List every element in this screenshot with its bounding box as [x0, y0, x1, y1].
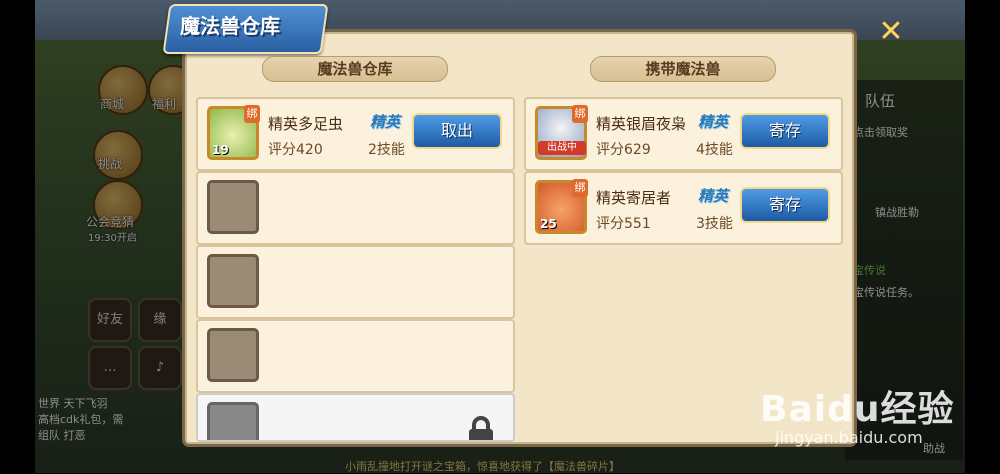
pet-score: 评分551 [596, 216, 651, 232]
locked-slot-frame [207, 402, 259, 440]
empty-slot-frame [207, 180, 259, 234]
deposit-button[interactable]: 寄存 [740, 187, 830, 223]
pet-skills: 3技能 [696, 216, 733, 232]
watermark: Baidu经验 [760, 389, 955, 430]
pet-avatar-multipede: 19 绑 [207, 105, 260, 160]
empty-slot-frame [207, 254, 259, 308]
pet-rank: 精英 [698, 187, 729, 205]
pet-level: 19 [212, 143, 229, 157]
pet-name: 精英银眉夜枭 [596, 115, 687, 133]
lock-icon [469, 416, 493, 440]
pet-score: 评分629 [596, 142, 651, 158]
carried-pet-card[interactable]: 出战中 绑 精英银眉夜枭 评分629 精英 4技能 寄存 [524, 97, 843, 171]
bind-tag: 绑 [572, 179, 588, 197]
pet-avatar-hermit: 25 绑 [535, 179, 588, 234]
pet-avatar-owl: 出战中 绑 [535, 105, 588, 160]
close-icon[interactable]: ✕ [876, 17, 906, 47]
take-out-button[interactable]: 取出 [412, 113, 502, 149]
empty-warehouse-slot[interactable] [196, 171, 515, 245]
pet-skills: 4技能 [696, 142, 733, 158]
bind-tag: 绑 [572, 105, 588, 123]
locked-warehouse-slot[interactable] [196, 393, 515, 442]
pet-level: 25 [540, 217, 557, 231]
carried-header: 携带魔法兽 [590, 56, 776, 82]
warehouse-header: 魔法兽仓库 [262, 56, 448, 82]
empty-warehouse-slot[interactable] [196, 245, 515, 319]
pet-rank: 精英 [370, 113, 401, 131]
battle-status-tag: 出战中 [538, 141, 586, 155]
pet-score: 评分420 [268, 142, 323, 158]
watermark-url: jingyan.baidu.com [775, 428, 923, 447]
pet-name: 精英寄居者 [596, 189, 672, 207]
carried-pet-card[interactable]: 25 绑 精英寄居者 评分551 精英 3技能 寄存 [524, 171, 843, 245]
warehouse-pet-card[interactable]: 19 绑 精英多足虫 评分420 精英 2技能 取出 [196, 97, 515, 171]
empty-slot-frame [207, 328, 259, 382]
panel-title: 魔法兽仓库 [180, 14, 280, 38]
deposit-button[interactable]: 寄存 [740, 113, 830, 149]
bind-tag: 绑 [244, 105, 260, 123]
pet-name: 精英多足虫 [268, 115, 344, 133]
pet-rank: 精英 [698, 113, 729, 131]
empty-warehouse-slot[interactable] [196, 319, 515, 393]
pet-skills: 2技能 [368, 142, 405, 158]
